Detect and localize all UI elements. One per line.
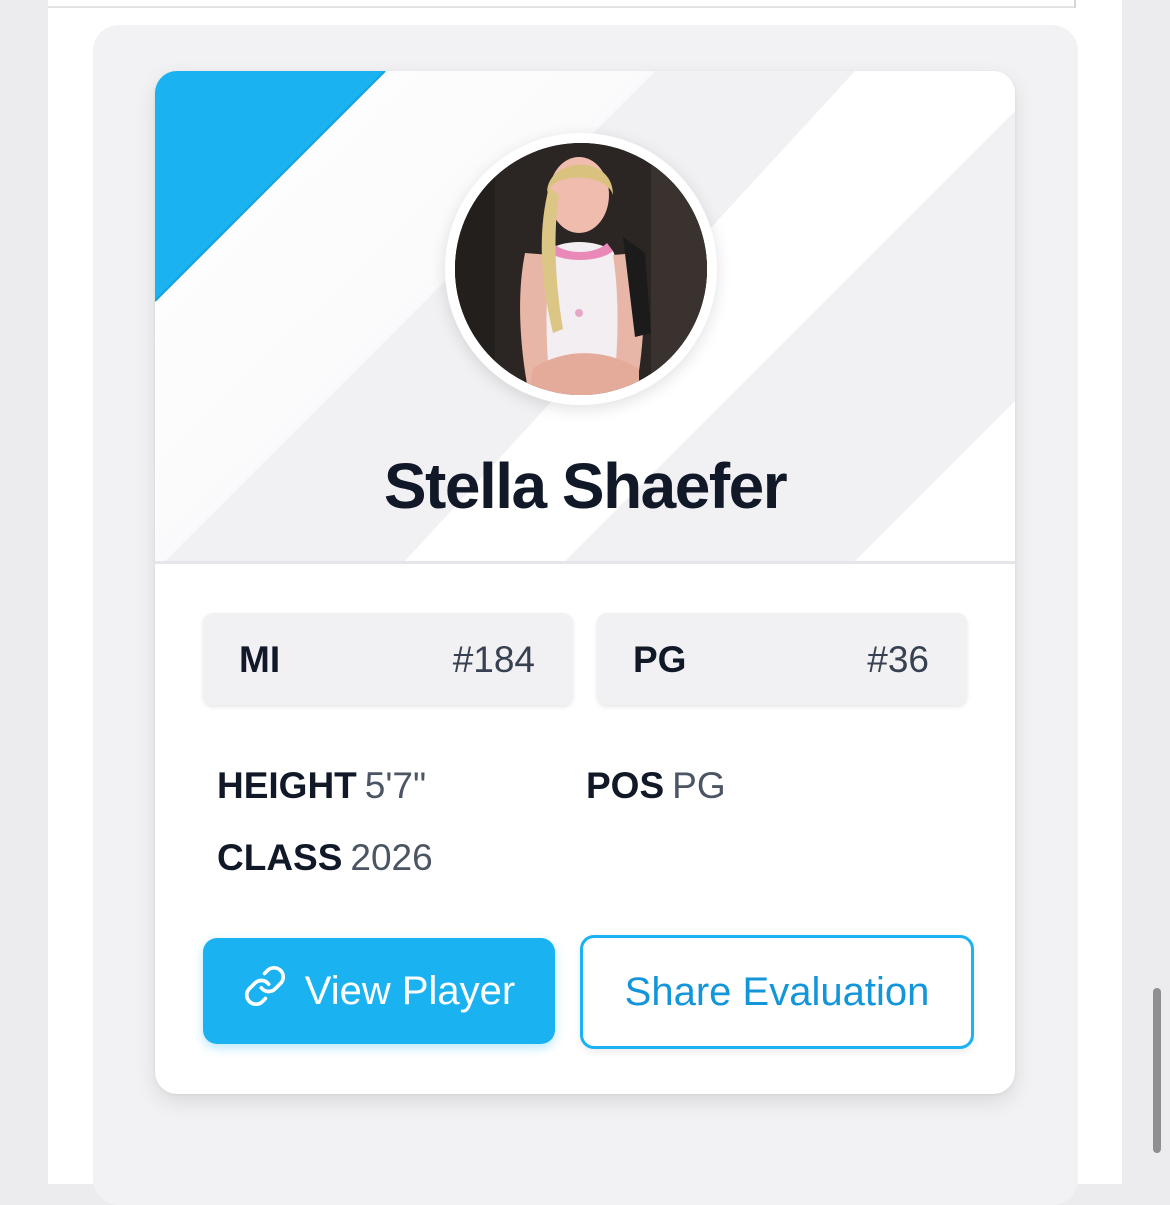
state-rank-label: MI bbox=[239, 639, 281, 680]
height-label: HEIGHT bbox=[217, 765, 357, 806]
player-card: Stella Shaefer MI #184 PG #36 HEIGHT 5'7"… bbox=[155, 71, 1015, 1094]
player-name: Stella Shaefer bbox=[383, 450, 788, 522]
top-divider-end bbox=[1074, 0, 1076, 8]
view-player-label: View Player bbox=[304, 968, 516, 1013]
position-rank-label: PG bbox=[633, 639, 687, 680]
state-rank-value: #184 bbox=[452, 639, 535, 680]
player-avatar bbox=[445, 133, 717, 405]
scrollbar-track[interactable] bbox=[1122, 0, 1170, 1184]
share-evaluation-label: Share Evaluation bbox=[624, 969, 930, 1014]
state-rank-badge: MI #184 bbox=[203, 613, 573, 705]
class-stat: CLASS 2026 bbox=[217, 837, 433, 879]
player-photo bbox=[455, 143, 707, 395]
position-label: POS bbox=[586, 765, 665, 806]
position-rank-badge: PG #36 bbox=[597, 613, 967, 705]
position-rank-value: #36 bbox=[867, 639, 929, 680]
height-value: 5'7" bbox=[364, 765, 427, 806]
top-divider bbox=[48, 0, 1074, 8]
link-icon bbox=[243, 964, 287, 1018]
height-stat: HEIGHT 5'7" bbox=[217, 765, 426, 807]
view-player-button[interactable]: View Player bbox=[203, 938, 555, 1044]
position-stat: POS PG bbox=[586, 765, 726, 807]
share-evaluation-button[interactable]: Share Evaluation bbox=[580, 935, 974, 1049]
scrollbar-thumb[interactable] bbox=[1153, 988, 1161, 1153]
player-photo-image bbox=[455, 143, 707, 395]
class-label: CLASS bbox=[217, 837, 343, 878]
class-value: 2026 bbox=[350, 837, 433, 878]
banner-divider bbox=[155, 561, 1015, 564]
position-value: PG bbox=[672, 765, 726, 806]
